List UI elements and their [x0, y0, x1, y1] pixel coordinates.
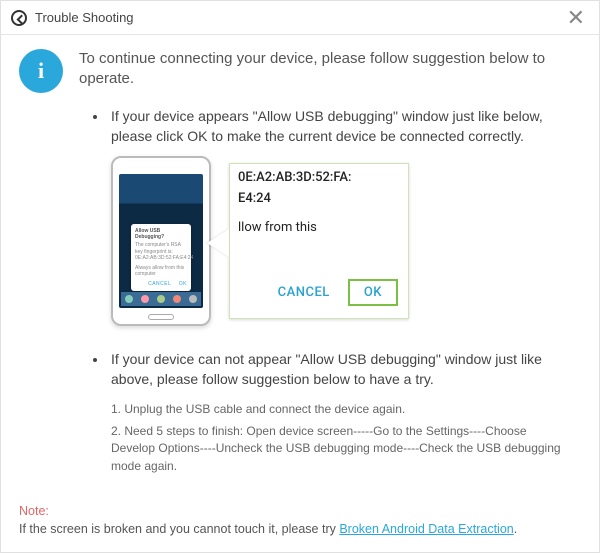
bullet-1-text: If your device appears "Allow USB debugg…: [111, 107, 565, 146]
bullet-2-text: If your device can not appear "Allow USB…: [111, 350, 565, 389]
refresh-icon: [11, 10, 27, 26]
info-glyph: i: [38, 58, 44, 84]
bullet-dot: [93, 358, 97, 362]
dialog-header: Trouble Shooting ✕: [1, 1, 599, 35]
zoom-mac-line2: E4:24: [230, 191, 408, 212]
phone-dialog-body: The computer's RSA key fingerprint is: 0…: [135, 242, 187, 262]
callout-arrow-icon: [209, 221, 229, 261]
info-icon: i: [19, 49, 63, 93]
steps: 1. Unplug the USB cable and connect the …: [111, 401, 565, 475]
dialog-title: Trouble Shooting: [35, 10, 134, 25]
bullets-area: If your device appears "Allow USB debugg…: [1, 107, 599, 475]
step-1: 1. Unplug the USB cable and connect the …: [111, 401, 565, 418]
zoom-mac-line1: 0E:A2:AB:3D:52:FA:: [230, 164, 408, 191]
intro-text: To continue connecting your device, plea…: [79, 49, 575, 93]
phone-dock: [121, 292, 201, 306]
zoom-ok-button: OK: [348, 279, 398, 306]
phone-dialog-ok: OK: [179, 281, 187, 287]
phone-dialog-check: Always allow from this computer: [135, 265, 187, 278]
phone-home-button: [148, 314, 174, 320]
phone-dialog-cancel: CANCEL: [148, 281, 171, 287]
note-label: Note:: [19, 504, 49, 518]
phone-screen: Allow USB Debugging? The computer's RSA …: [119, 174, 203, 308]
footer-note: Note: If the screen is broken and you ca…: [19, 503, 581, 538]
broken-android-link[interactable]: Broken Android Data Extraction: [339, 522, 513, 536]
illustration: Allow USB Debugging? The computer's RSA …: [111, 156, 565, 326]
step-2: 2. Need 5 steps to finish: Open device s…: [111, 423, 565, 475]
phone-dialog: Allow USB Debugging? The computer's RSA …: [131, 224, 191, 291]
intro-row: i To continue connecting your device, pl…: [1, 35, 599, 93]
bullet-2: If your device can not appear "Allow USB…: [93, 350, 565, 475]
phone-dialog-title: Allow USB Debugging?: [135, 228, 187, 240]
footer-text-b: .: [514, 522, 517, 536]
zoom-allow-line1: llow from this: [230, 220, 408, 235]
close-button[interactable]: ✕: [563, 7, 589, 29]
bullet-1: If your device appears "Allow USB debugg…: [93, 107, 565, 326]
zoom-panel: 0E:A2:AB:3D:52:FA: E4:24 llow from this …: [229, 163, 409, 319]
zoom-cancel-button: CANCEL: [278, 285, 330, 300]
zoom-actions: CANCEL OK: [230, 271, 408, 318]
bullet-dot: [93, 115, 97, 119]
phone-mockup: Allow USB Debugging? The computer's RSA …: [111, 156, 211, 326]
footer-text-a: If the screen is broken and you cannot t…: [19, 522, 339, 536]
